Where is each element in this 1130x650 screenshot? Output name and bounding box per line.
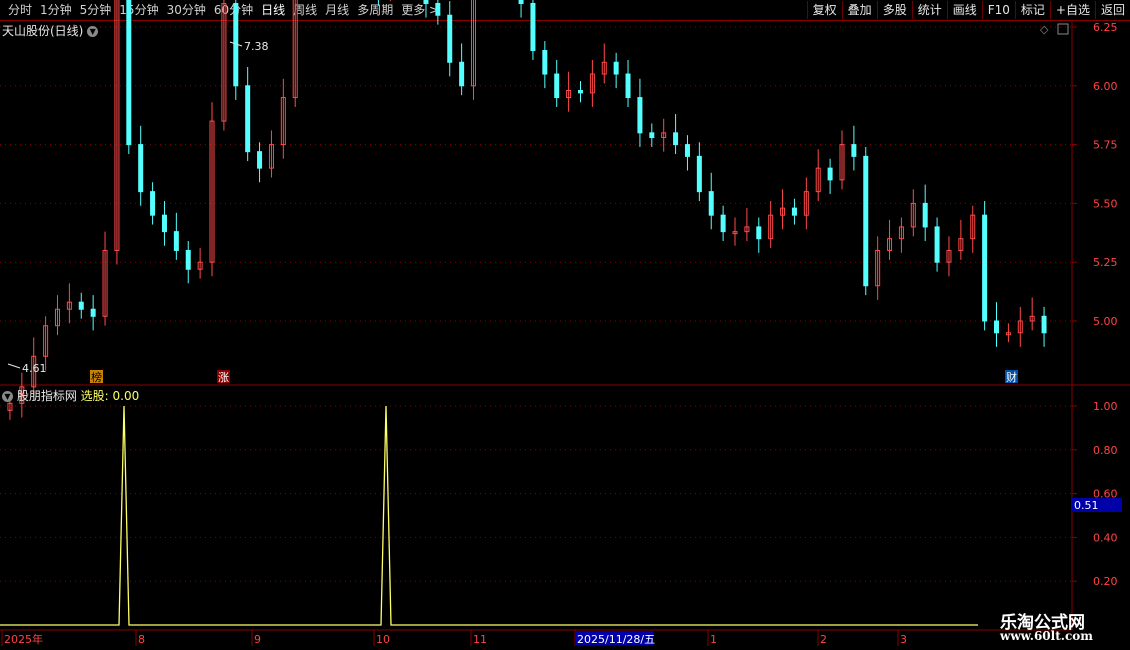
candle-body (161, 214, 167, 233)
time-axis-label: 10 (376, 633, 390, 646)
candle-body (994, 320, 1000, 334)
time-axis-label: 2 (820, 633, 827, 646)
candle-body (851, 144, 857, 157)
chart-canvas[interactable]: 7.006.756.506.256.005.755.505.255.007.38… (0, 0, 1130, 650)
time-axis-label: 3 (900, 633, 907, 646)
indicator-axis-label: 1.00 (1093, 400, 1118, 413)
low-price-label: 4.61 (22, 362, 47, 375)
candle-body (518, 0, 524, 4)
price-axis-label: 6.25 (1093, 21, 1118, 34)
main-pane-title-row: 天山股份(日线) ▼ (2, 22, 99, 39)
candle-body (138, 144, 144, 193)
candle-body (708, 191, 714, 216)
candle-body (90, 308, 96, 317)
candle-body (257, 151, 263, 169)
indicator-axis-label: 0.80 (1093, 444, 1118, 457)
candle-body (423, 0, 429, 4)
candle-body (922, 202, 928, 228)
candle-body (459, 61, 465, 87)
price-axis-label: 5.25 (1093, 256, 1118, 269)
candle-body (613, 61, 619, 75)
price-axis-label: 5.50 (1093, 197, 1118, 210)
candle-body (126, 0, 132, 146)
indicator-value: 选股: 0.00 (80, 389, 140, 403)
candle-body (637, 97, 643, 134)
layout-icon (1057, 23, 1069, 35)
event-marker-label: 榜 (91, 370, 102, 384)
candle-body (684, 144, 690, 157)
candle-body (982, 214, 988, 322)
time-axis-label: 9 (254, 633, 261, 646)
diamond-icon: ◇ (1040, 23, 1049, 36)
collapse-icon[interactable]: ▼ (2, 391, 13, 402)
indicator-line (0, 405, 978, 626)
candle-body (673, 132, 679, 146)
candle-body (791, 207, 797, 216)
candle-body (542, 50, 548, 75)
candle-body (696, 155, 702, 193)
time-axis-label: 11 (473, 633, 487, 646)
candle-body (577, 90, 583, 94)
event-marker-label: 涨 (218, 371, 229, 384)
cursor-value: 0.51 (1074, 499, 1099, 512)
candle-body (1041, 315, 1047, 334)
time-axis-label: 2025/11/28/五 (577, 633, 655, 646)
indicator-axis-label: 0.40 (1093, 531, 1118, 544)
low-pointer (7, 363, 21, 369)
candle-body (530, 2, 536, 52)
time-axis-label: 2025年 (4, 632, 43, 646)
candle-body (173, 231, 179, 251)
indicator-title: 股朋指标网 (16, 389, 77, 403)
candle-body (625, 73, 631, 99)
price-axis-label: 5.75 (1093, 139, 1118, 152)
candle-body (435, 2, 441, 16)
candle-body (185, 249, 191, 270)
candle-body (863, 155, 869, 287)
candle-body (554, 73, 560, 99)
indicator-title-row: ▼ 股朋指标网 选股: 0.00 (2, 387, 139, 404)
candle-body (649, 132, 655, 139)
candle-body (447, 14, 453, 63)
time-axis-label: 1 (710, 633, 717, 646)
candle-body (245, 85, 251, 153)
time-axis-label: 8 (138, 633, 145, 646)
high-price-label: 7.38 (244, 40, 269, 53)
indicator-axis-label: 0.20 (1093, 575, 1118, 588)
watermark-url: www.60lt.com (1000, 629, 1093, 643)
price-axis-label: 6.00 (1093, 80, 1118, 93)
candle-body (827, 167, 833, 181)
collapse-icon[interactable]: ▼ (87, 26, 99, 37)
candle-body (78, 301, 84, 310)
candle-body (720, 214, 726, 233)
stock-title: 天山股份(日线) (2, 24, 84, 38)
candle-body (934, 226, 940, 263)
price-axis-label: 5.00 (1093, 315, 1118, 328)
candle-body (150, 191, 156, 216)
event-marker-label: 财 (1006, 370, 1017, 384)
candle-body (756, 226, 762, 240)
